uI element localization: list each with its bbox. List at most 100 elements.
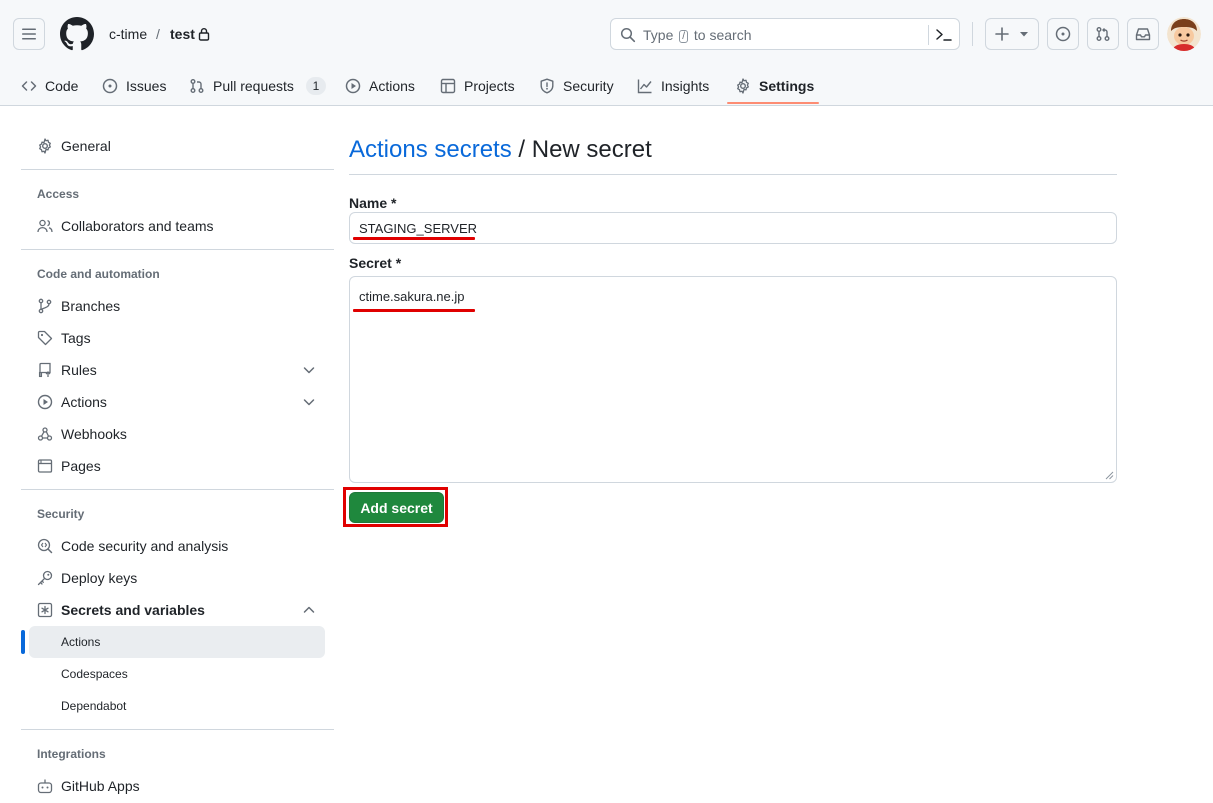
sidebar-item-actions[interactable]: Actions (29, 386, 325, 418)
menu-button[interactable] (13, 18, 45, 50)
sidebar-heading-code-automation: Code and automation (37, 267, 160, 281)
gear-icon (39, 138, 51, 154)
git-pull-request-icon (190, 79, 204, 93)
tab-pull-requests-label: Pull requests (213, 78, 294, 94)
sidebar-item-general[interactable]: General (29, 130, 325, 162)
sidebar-item-label: Branches (61, 298, 121, 314)
sidebar-item-label: Collaborators and teams (61, 218, 214, 234)
sidebar-item-pages[interactable]: Pages (29, 450, 325, 482)
issue-opened-icon (1055, 26, 1071, 42)
sidebar-item-label: Dependabot (61, 699, 127, 713)
triangle-down-icon (1020, 32, 1028, 37)
inbox-icon (1135, 28, 1151, 41)
sidebar-heading-security: Security (37, 507, 85, 521)
add-secret-button[interactable]: Add secret (349, 492, 444, 523)
github-logo-icon[interactable] (60, 17, 94, 51)
pull-requests-count: 1 (305, 77, 326, 95)
breadcrumb-repo[interactable]: test (170, 26, 195, 42)
sidebar-item-label: General (61, 138, 111, 154)
browser-icon (37, 459, 53, 473)
tab-code-label: Code (45, 78, 79, 94)
sidebar-heading-integrations: Integrations (37, 747, 106, 761)
tab-settings[interactable]: Settings (735, 66, 814, 106)
your-issues-button[interactable] (1047, 18, 1079, 50)
sidebar-subitem-dependabot[interactable]: Dependabot (29, 690, 325, 722)
chevron-up-icon (303, 606, 315, 613)
git-branch-icon (38, 298, 52, 314)
sidebar-item-deploy-keys[interactable]: Deploy keys (29, 562, 325, 594)
tab-actions-label: Actions (369, 78, 415, 94)
sidebar-item-label: Rules (61, 362, 97, 378)
title-divider (349, 174, 1117, 175)
tab-insights-label: Insights (661, 78, 710, 94)
secret-textarea[interactable]: ctime.sakura.ne.jp (349, 276, 1117, 483)
repo-tabs: Code Issues Pull requests 1 Actions Proj… (0, 66, 1213, 106)
sidebar-item-webhooks[interactable]: Webhooks (29, 418, 325, 450)
slash-key: / (679, 30, 689, 43)
chevron-down-icon (303, 399, 315, 406)
user-avatar[interactable] (1167, 17, 1201, 51)
tab-projects-label: Projects (464, 78, 515, 94)
secret-value: ctime.sakura.ne.jp (359, 289, 465, 304)
name-value: STAGING_SERVER (359, 221, 477, 236)
sidebar-item-collaborators[interactable]: Collaborators and teams (29, 210, 325, 242)
sidebar-subitem-codespaces[interactable]: Codespaces (29, 658, 325, 690)
repo-push-icon (38, 362, 51, 378)
tab-issues-label: Issues (126, 78, 167, 94)
apps-icon (37, 779, 53, 794)
tab-pull-requests[interactable]: Pull requests 1 (189, 66, 326, 106)
play-icon (37, 394, 53, 410)
resize-handle-icon[interactable] (1104, 470, 1114, 480)
sidebar-item-label: Webhooks (61, 426, 127, 442)
sidebar-item-label: Pages (61, 458, 101, 474)
sidebar-subitem-actions[interactable]: Actions (29, 626, 325, 658)
sidebar-heading-access: Access (37, 187, 80, 201)
tab-issues[interactable]: Issues (102, 66, 166, 106)
annotation-underline-name (353, 237, 475, 240)
sidebar-divider (21, 169, 334, 170)
sidebar-item-tags[interactable]: Tags (29, 322, 325, 354)
hamburger-icon (22, 28, 36, 40)
inbox-button[interactable] (1127, 18, 1159, 50)
search-placeholder: Type / to search (643, 27, 752, 43)
active-item-indicator (21, 630, 25, 654)
search-divider (928, 25, 929, 45)
sidebar-item-label: Actions (61, 394, 107, 410)
table-icon (440, 78, 456, 94)
play-icon (345, 78, 361, 94)
sidebar-item-github-apps[interactable]: GitHub Apps (29, 770, 325, 802)
sidebar-item-branches[interactable]: Branches (29, 290, 325, 322)
command-palette-icon[interactable] (935, 27, 953, 43)
breadcrumb-owner[interactable]: c-time (109, 26, 147, 42)
tab-projects[interactable]: Projects (440, 66, 515, 106)
sidebar-divider (21, 729, 334, 730)
sidebar-divider (21, 489, 334, 490)
sidebar-item-label: Codespaces (61, 667, 128, 681)
page-title-suffix: / New secret (511, 136, 652, 163)
sidebar-item-label: Tags (61, 330, 91, 346)
sidebar-item-label: Deploy keys (61, 570, 138, 586)
shield-icon (540, 78, 554, 94)
sidebar-item-secrets-variables[interactable]: Secrets and variables (29, 594, 325, 626)
sidebar-item-label: Code security and analysis (61, 538, 229, 554)
sidebar-item-code-security[interactable]: Code security and analysis (29, 530, 325, 562)
your-pull-requests-button[interactable] (1087, 18, 1119, 50)
annotation-underline-secret (353, 309, 475, 312)
tab-security-label: Security (563, 78, 614, 94)
tab-code[interactable]: Code (21, 66, 78, 106)
tab-security[interactable]: Security (539, 66, 614, 106)
secret-label: Secret * (349, 255, 402, 271)
sidebar-item-rules[interactable]: Rules (29, 354, 325, 386)
git-pull-request-icon (1096, 27, 1110, 41)
app-header: c-time / test Type / to search Code Issu… (0, 0, 1213, 106)
actions-secrets-link[interactable]: Actions secrets (349, 136, 512, 163)
tab-actions[interactable]: Actions (345, 66, 415, 106)
key-icon (37, 570, 53, 586)
tab-insights[interactable]: Insights (637, 66, 709, 106)
search-input[interactable]: Type / to search (610, 18, 960, 50)
create-new-button[interactable] (985, 18, 1039, 50)
name-label: Name * (349, 195, 397, 211)
webhook-icon (37, 427, 53, 441)
codescan-icon (37, 538, 53, 554)
sidebar-item-label: Secrets and variables (61, 602, 205, 618)
